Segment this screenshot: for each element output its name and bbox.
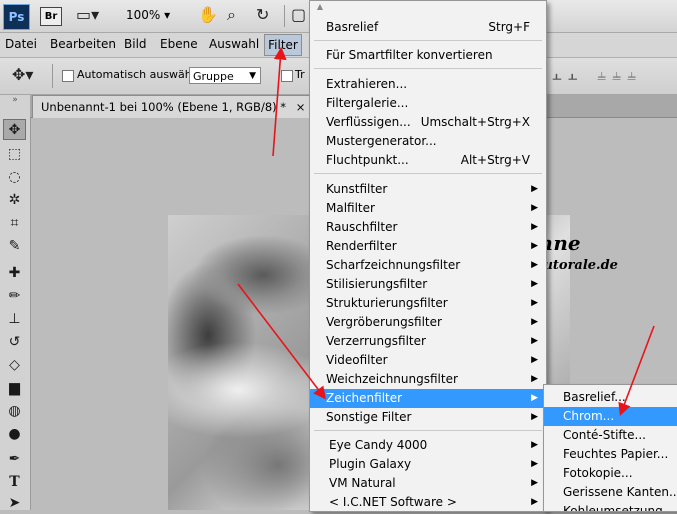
arrow-to-filter-menu	[272, 46, 287, 157]
annotation-arrows	[237, 46, 655, 416]
arrow-to-sketch-filter	[237, 283, 326, 400]
arrow-to-chrome	[618, 325, 655, 416]
